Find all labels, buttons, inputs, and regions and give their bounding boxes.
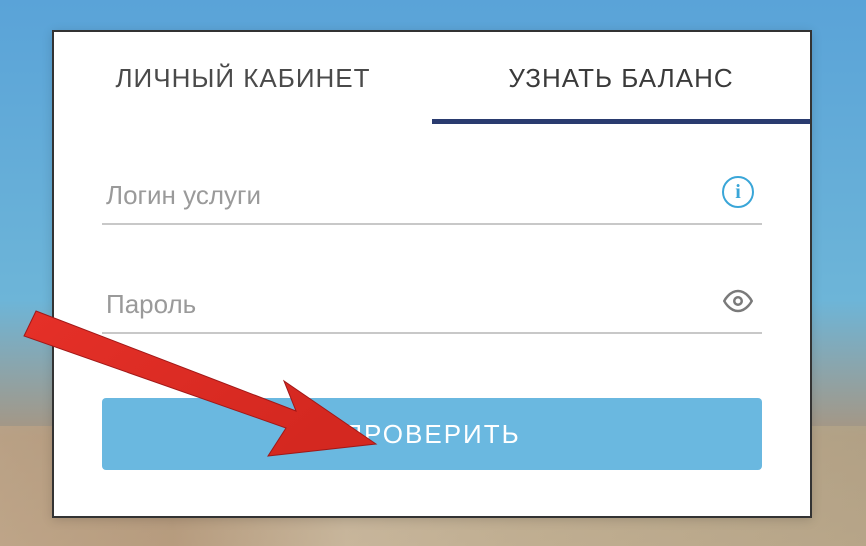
tab-balance[interactable]: УЗНАТЬ БАЛАНС	[432, 32, 810, 124]
submit-button[interactable]: ПРОВЕРИТЬ	[102, 398, 762, 470]
password-input[interactable]	[102, 281, 762, 334]
info-icon-glyph: i	[722, 176, 754, 208]
form-area: i ПРОВЕРИТЬ	[54, 124, 810, 502]
tab-account[interactable]: ЛИЧНЫЙ КАБИНЕТ	[54, 32, 432, 124]
info-icon[interactable]: i	[720, 174, 756, 210]
tab-bar: ЛИЧНЫЙ КАБИНЕТ УЗНАТЬ БАЛАНС	[54, 32, 810, 124]
tab-account-label: ЛИЧНЫЙ КАБИНЕТ	[115, 63, 370, 94]
login-panel: ЛИЧНЫЙ КАБИНЕТ УЗНАТЬ БАЛАНС i ПРОВЕРИТЬ	[52, 30, 812, 518]
login-field-row: i	[102, 172, 762, 225]
tab-balance-label: УЗНАТЬ БАЛАНС	[508, 63, 733, 94]
password-field-row	[102, 281, 762, 334]
eye-icon[interactable]	[720, 283, 756, 319]
login-input[interactable]	[102, 172, 762, 225]
